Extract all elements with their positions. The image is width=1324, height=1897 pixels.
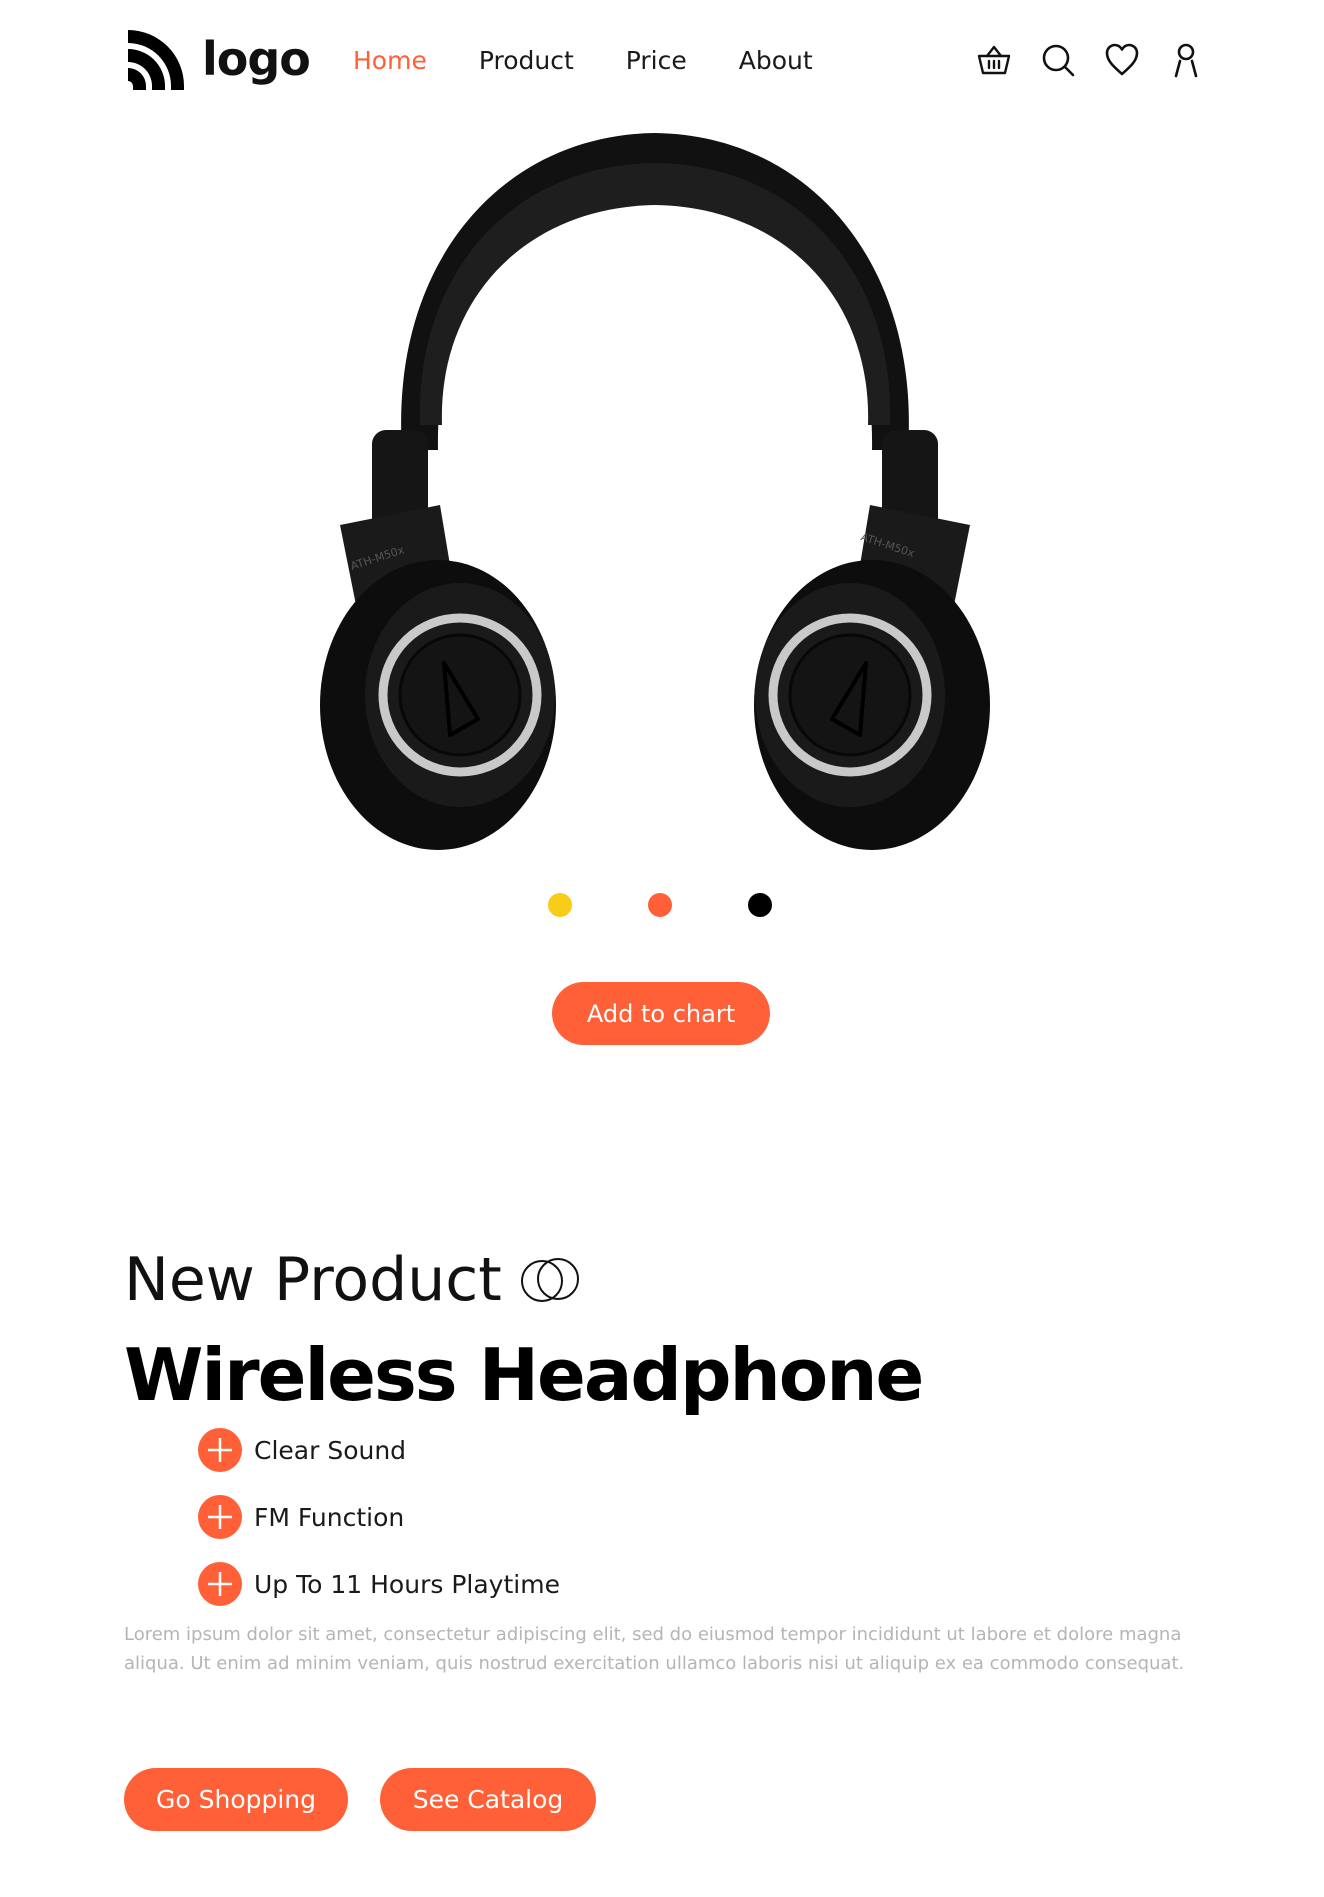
see-catalog-button[interactable]: See Catalog xyxy=(380,1768,596,1831)
product-description: Lorem ipsum dolor sit amet, consectetur … xyxy=(124,1624,1185,1674)
basket-icon[interactable] xyxy=(976,42,1012,78)
color-swatch-orange[interactable] xyxy=(648,893,672,917)
heart-icon[interactable] xyxy=(1104,42,1140,78)
feature-list: Clear Sound FM Function Up To 11 Hours P… xyxy=(198,1428,560,1629)
header-actions xyxy=(976,42,1204,78)
feature-label: Clear Sound xyxy=(254,1435,407,1465)
logo-text: logo xyxy=(202,32,311,86)
plus-icon xyxy=(198,1495,242,1539)
feature-item: FM Function xyxy=(198,1495,560,1539)
nav-product[interactable]: Product xyxy=(479,46,574,76)
rings-icon xyxy=(520,1258,579,1302)
search-icon[interactable] xyxy=(1040,42,1076,78)
logo-mark-icon xyxy=(128,30,184,90)
go-shopping-button[interactable]: Go Shopping xyxy=(124,1768,348,1831)
plus-icon xyxy=(198,1428,242,1472)
feature-label: FM Function xyxy=(254,1502,405,1532)
cta-buttons: Go Shopping See Catalog xyxy=(124,1768,596,1831)
feature-label: Up To 11 Hours Playtime xyxy=(254,1569,560,1599)
nav-price[interactable]: Price xyxy=(626,46,687,76)
nav-home[interactable]: Home xyxy=(353,46,427,76)
user-icon[interactable] xyxy=(1168,42,1204,78)
color-swatch-yellow[interactable] xyxy=(548,893,572,917)
main-nav: Home Product Price About xyxy=(353,46,865,76)
subtitle-text: New Product xyxy=(124,1245,502,1315)
headphone-image: ATH-M50x ATH-M50x xyxy=(320,125,990,865)
feature-item: Up To 11 Hours Playtime xyxy=(198,1562,560,1606)
plus-icon xyxy=(198,1562,242,1606)
feature-item: Clear Sound xyxy=(198,1428,560,1472)
product-title: Wireless Headphone xyxy=(124,1333,924,1417)
nav-about[interactable]: About xyxy=(739,46,813,76)
color-swatch-black[interactable] xyxy=(748,893,772,917)
color-swatches xyxy=(548,893,772,917)
product-subtitle: New Product xyxy=(124,1245,582,1315)
site-header: logo Home Product Price About xyxy=(124,28,1204,98)
add-to-cart-button[interactable]: Add to chart xyxy=(552,982,770,1045)
logo[interactable]: logo xyxy=(124,28,311,90)
